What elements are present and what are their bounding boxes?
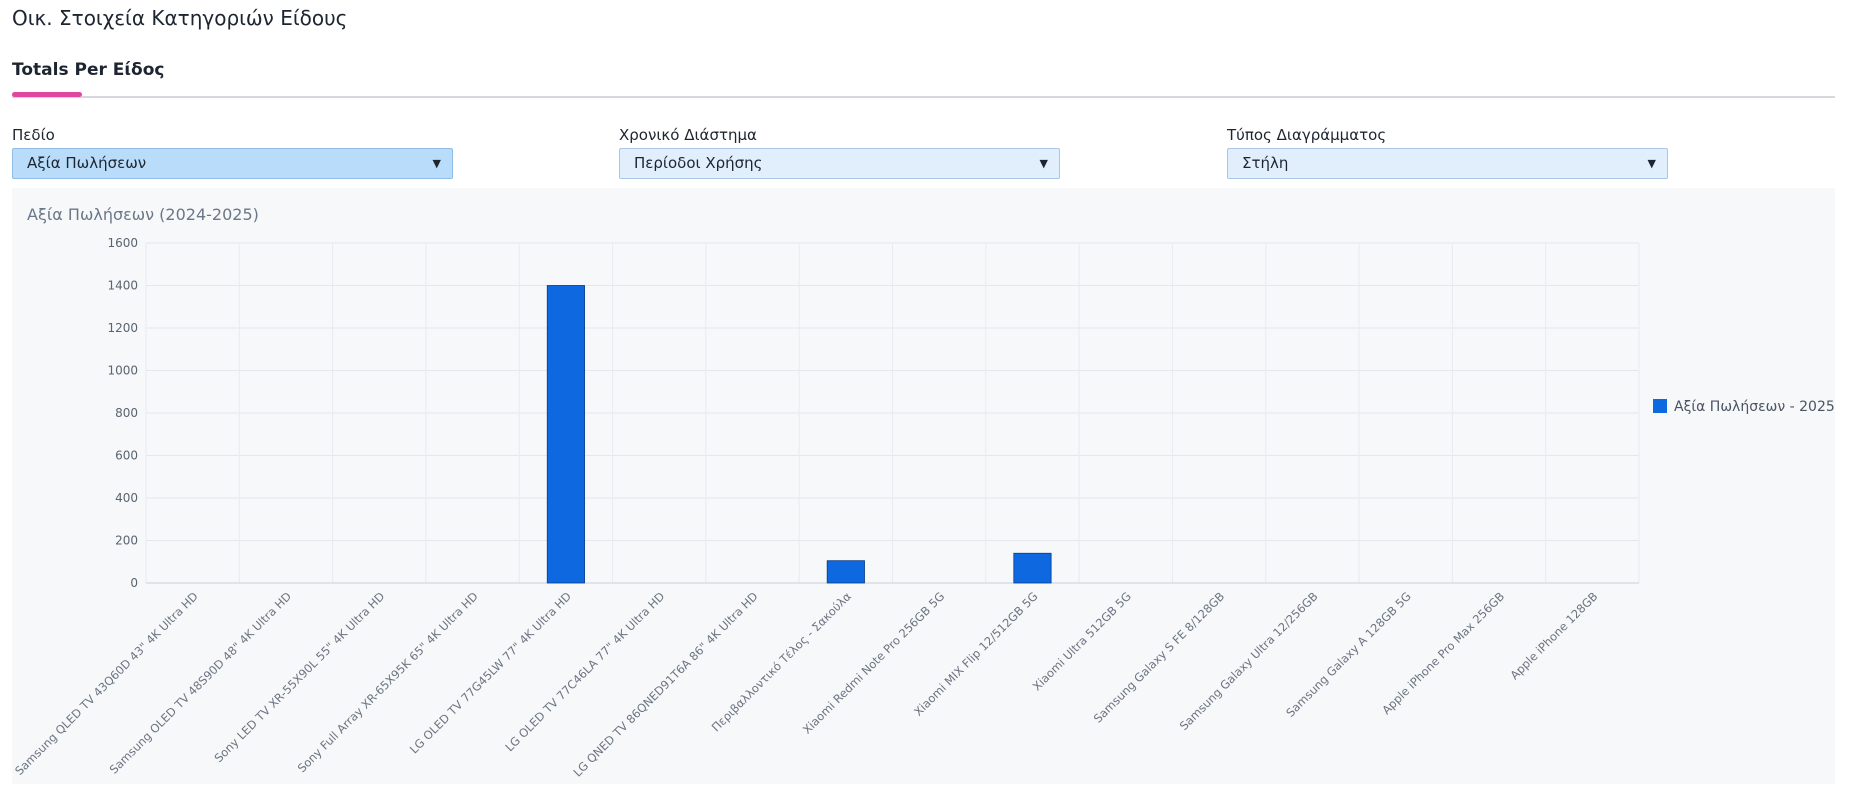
period-select[interactable]: Περίοδοι Χρήσης ▼ xyxy=(619,148,1060,179)
y-tick-label: 1600 xyxy=(107,236,138,250)
x-tick-label: LG OLED TV 77G45LW 77" 4K Ultra HD xyxy=(407,589,574,756)
x-tick-label: Apple iPhone 128GB xyxy=(1507,589,1600,682)
y-tick-label: 800 xyxy=(115,406,138,420)
x-tick-label: LG QNED TV 86QNED91T6A 86" 4K Ultra HD xyxy=(570,589,760,779)
x-tick-label: Sony Full Array XR-65X95K 65" 4K Ultra H… xyxy=(295,589,481,775)
chart-legend: Αξία Πωλήσεων - 2025 xyxy=(1653,399,1835,415)
period-select-value: Περίοδοι Χρήσης xyxy=(634,154,763,172)
chart-type-filter-label: Τύπος Διαγράμματος xyxy=(1227,126,1387,144)
y-tick-label: 1400 xyxy=(107,279,138,293)
bar[interactable] xyxy=(826,560,865,584)
field-select[interactable]: Αξία Πωλήσεων ▼ xyxy=(12,148,453,179)
bar[interactable] xyxy=(546,285,585,584)
x-tick-label: Xiaomi Ultra 512GB 5G xyxy=(1030,589,1134,693)
chart-title: Αξία Πωλήσεων (2024-2025) xyxy=(27,205,259,224)
field-select-value: Αξία Πωλήσεων xyxy=(27,154,147,172)
y-tick-label: 200 xyxy=(115,534,138,548)
y-tick-label: 400 xyxy=(115,491,138,505)
legend-swatch xyxy=(1653,399,1667,413)
active-tab-indicator xyxy=(12,92,82,97)
x-tick-label: Samsung QLED TV 43Q60D 43" 4K Ultra HD xyxy=(12,589,201,778)
x-tick-label: Samsung OLED TV 48S90D 48" 4K Ultra HD xyxy=(107,589,295,777)
chart-panel: Αξία Πωλήσεων (2024-2025) 0 200 400 600 800 1… xyxy=(12,188,1835,784)
x-tick-label: Sony LED TV XR-55X90L 55" 4K Ultra HD xyxy=(212,589,388,765)
chevron-down-icon[interactable]: ▼ xyxy=(433,149,441,178)
chart-type-select[interactable]: Στήλη ▼ xyxy=(1227,148,1668,179)
field-filter-label: Πεδίο xyxy=(12,126,55,144)
tab-bar: Totals Per Είδος xyxy=(12,60,1835,98)
chart-type-filter: Τύπος Διαγράμματος Στήλη ▼ xyxy=(1227,126,1668,179)
bar[interactable] xyxy=(1013,552,1052,584)
field-filter: Πεδίο Αξία Πωλήσεων ▼ xyxy=(12,126,453,179)
y-tick-label: 600 xyxy=(115,449,138,463)
bar-chart: Αξία Πωλήσεων (2024-2025) 0 200 400 600 800 1… xyxy=(12,205,1835,779)
chart-type-select-value: Στήλη xyxy=(1242,154,1289,172)
y-tick-label: 1200 xyxy=(107,321,138,335)
tab-totals-per-item[interactable]: Totals Per Είδος xyxy=(12,60,164,80)
page-title: Οικ. Στοιχεία Κατηγοριών Είδους xyxy=(12,6,348,30)
chevron-down-icon[interactable]: ▼ xyxy=(1648,149,1656,178)
y-tick-label: 1000 xyxy=(107,364,138,378)
legend-label[interactable]: Αξία Πωλήσεων - 2025 xyxy=(1674,399,1835,415)
period-filter: Χρονικό Διάστημα Περίοδοι Χρήσης ▼ xyxy=(619,126,1060,179)
chevron-down-icon[interactable]: ▼ xyxy=(1040,149,1048,178)
x-tick-label: LG OLED TV 77C46LA 77" 4K Ultra HD xyxy=(502,589,667,754)
y-tick-label: 0 xyxy=(130,576,138,590)
period-filter-label: Χρονικό Διάστημα xyxy=(619,126,757,144)
